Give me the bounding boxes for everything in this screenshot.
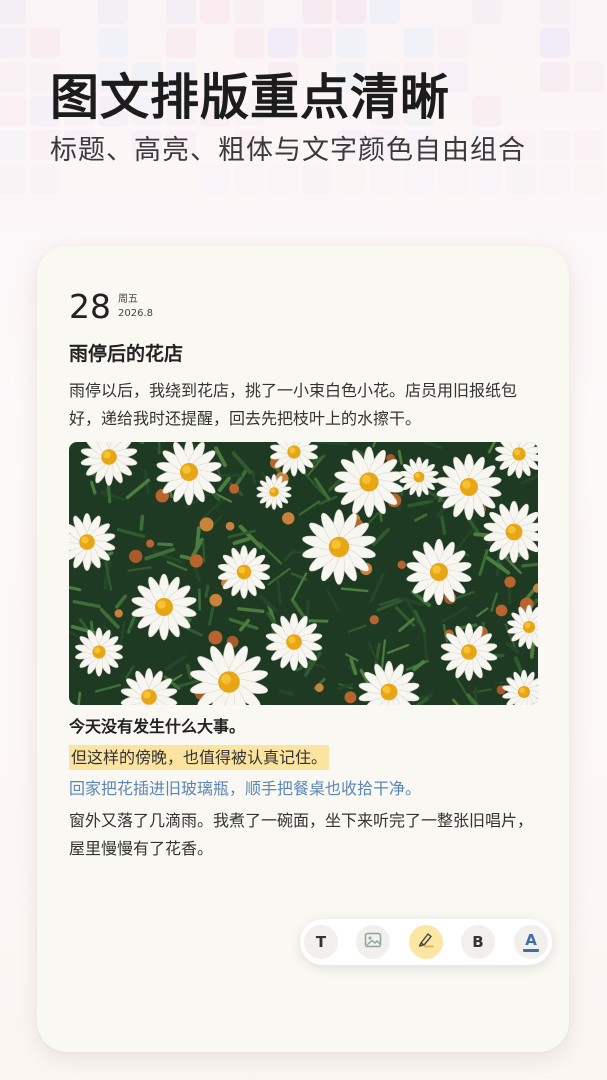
highlighter-icon [416,930,436,954]
daisy-image [69,442,538,705]
date-year-month: 2026.8 [118,308,153,319]
note-title[interactable]: 雨停后的花店 [69,339,183,366]
font-color-button[interactable]: A [514,925,548,959]
image-icon [364,931,382,953]
insert-image-button[interactable] [356,925,390,959]
font-color-underline [523,948,539,952]
highlight-button[interactable] [409,925,443,959]
date-day: 28 [69,287,111,326]
highlighted-line[interactable]: 但这样的傍晚，也值得被认真记住。 [69,745,330,770]
bold-icon: B [472,933,484,951]
format-toolbar: T B A [300,919,552,965]
font-color-letter: A [525,930,537,949]
hero-subtitle: 标题、高亮、粗体与文字颜色自由组合 [50,135,526,166]
note-paragraph[interactable]: 雨停以后，我绕到花店，挑了一小束白色小花。店员用旧报纸包好，递给我时还提醒，回去… [69,377,541,433]
text-style-button[interactable]: T [304,925,338,959]
daisy-photo[interactable] [69,442,538,705]
font-color-icon: A [523,930,539,952]
text-icon: T [315,933,327,951]
date-meta: 周五 2026.8 [118,293,153,321]
bold-button[interactable]: B [461,925,495,959]
bold-line[interactable]: 今天没有发生什么大事。 [69,715,245,739]
hero-title: 图文排版重点清晰 [50,69,451,126]
note-paragraph-2[interactable]: 窗外又落了几滴雨。我煮了一碗面，坐下来听完了一整张旧唱片，屋里慢慢有了花香。 [69,807,541,863]
note-date: 28 周五 2026.8 [69,288,153,326]
blue-colored-line[interactable]: 回家把花插进旧玻璃瓶，顺手把餐桌也收拾干净。 [69,777,421,801]
date-weekday: 周五 [118,294,138,305]
